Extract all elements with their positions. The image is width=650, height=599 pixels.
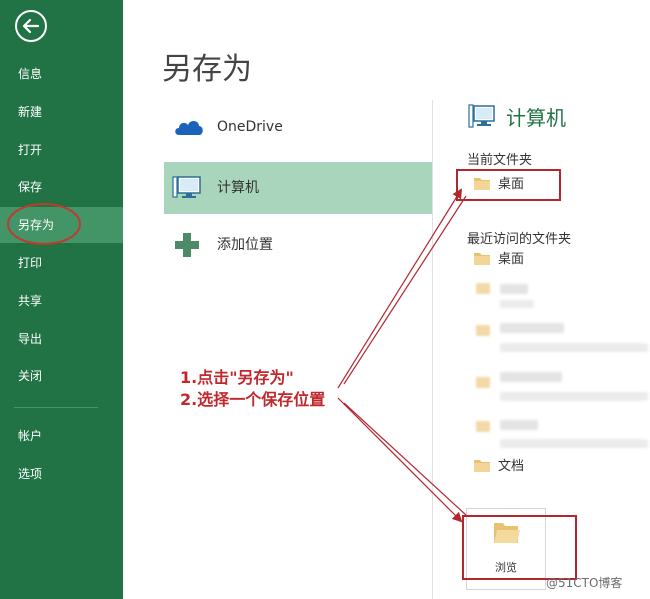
annotation-line-1: 1.点击"另存为" — [180, 368, 294, 387]
annotation-line-2: 2.选择一个保存位置 — [180, 390, 326, 409]
watermark: @51CTO博客 — [546, 576, 623, 590]
annotation-arrows — [337, 188, 467, 523]
